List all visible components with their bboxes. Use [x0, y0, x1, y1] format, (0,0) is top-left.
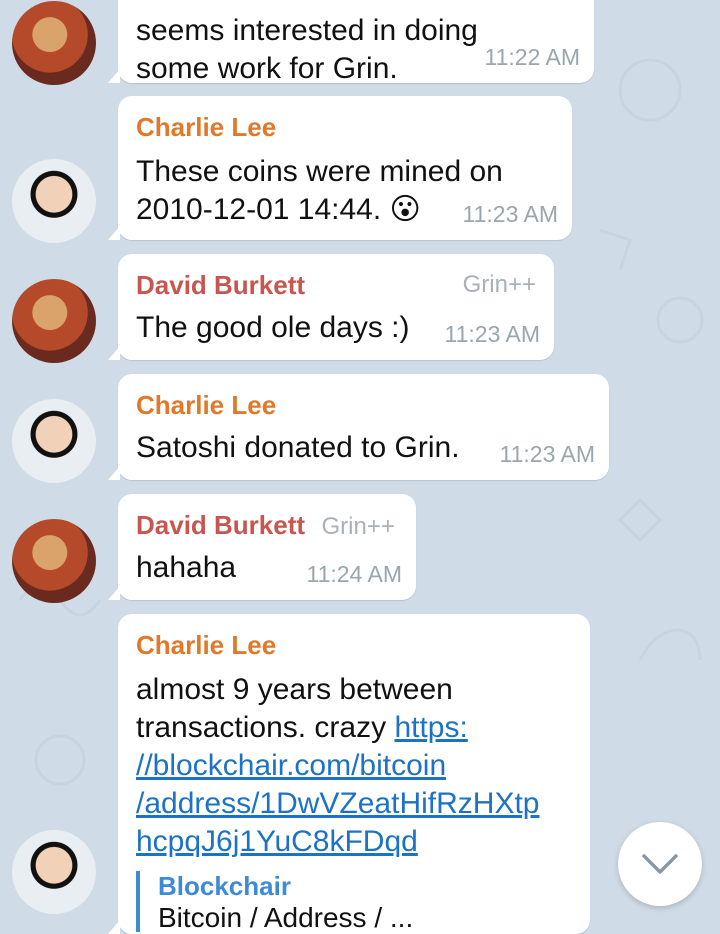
sender-name[interactable]: Charlie Lee	[136, 390, 591, 421]
message-link[interactable]: https:	[394, 711, 467, 744]
message-text-line: transactions. crazy https:	[136, 709, 572, 747]
message-text: almost 9 years between transactions. cra…	[136, 671, 572, 861]
avatar-david-burkett[interactable]	[12, 279, 96, 363]
message-bubble[interactable]: David Burkett Grin++ The good ole days :…	[108, 254, 554, 360]
message-time: 11:22 AM	[484, 44, 580, 70]
link-preview-title: Blockchair	[158, 871, 291, 901]
chevron-down-icon	[642, 854, 678, 874]
message-bubble[interactable]: Charlie Lee almost 9 years between trans…	[108, 614, 590, 934]
message-text-segment: transactions. crazy	[136, 711, 395, 744]
message-bubble[interactable]: David Burkett Grin++ hahaha 11:24 AM	[108, 494, 416, 600]
message-bubble[interactable]: seems interested in doing some work for …	[108, 0, 594, 85]
message-link[interactable]: //blockchair.com/bitcoin	[136, 747, 572, 785]
message-bubble[interactable]: Charlie Lee These coins were mined on 20…	[108, 96, 572, 240]
link-preview[interactable]: Blockchair Bitcoin / Address / ...	[136, 871, 572, 932]
message-link[interactable]: /address/1DwVZeatHifRzHXtp	[136, 785, 572, 823]
message-text: seems interested in doing some work for …	[136, 14, 478, 85]
message-time: 11:23 AM	[499, 441, 595, 467]
avatar-david-burkett[interactable]	[12, 519, 96, 603]
sender-name[interactable]: David Burkett	[136, 510, 305, 540]
link-preview-subtitle: Bitcoin / Address / ...	[158, 902, 414, 932]
avatar-david-burkett[interactable]	[12, 1, 96, 85]
message-bubble[interactable]: Charlie Lee Satoshi donated to Grin. 11:…	[108, 374, 609, 480]
scroll-down-button[interactable]	[618, 822, 702, 906]
message-link[interactable]: hcpqJ6j1YuC8kFDqd	[136, 823, 572, 861]
message-text-line: almost 9 years between	[136, 673, 453, 706]
avatar-charlie-lee[interactable]	[12, 399, 96, 483]
message-time: 11:23 AM	[444, 321, 540, 347]
avatar-charlie-lee[interactable]	[12, 159, 96, 243]
message-time: 11:24 AM	[306, 561, 402, 587]
sender-tag: Grin++	[462, 271, 536, 298]
sender-tag: Grin++	[321, 513, 395, 540]
avatar-charlie-lee[interactable]	[12, 830, 96, 914]
sender-name[interactable]: Charlie Lee	[136, 112, 554, 143]
message-time: 11:23 AM	[462, 201, 558, 227]
sender-name[interactable]: Charlie Lee	[136, 630, 572, 661]
